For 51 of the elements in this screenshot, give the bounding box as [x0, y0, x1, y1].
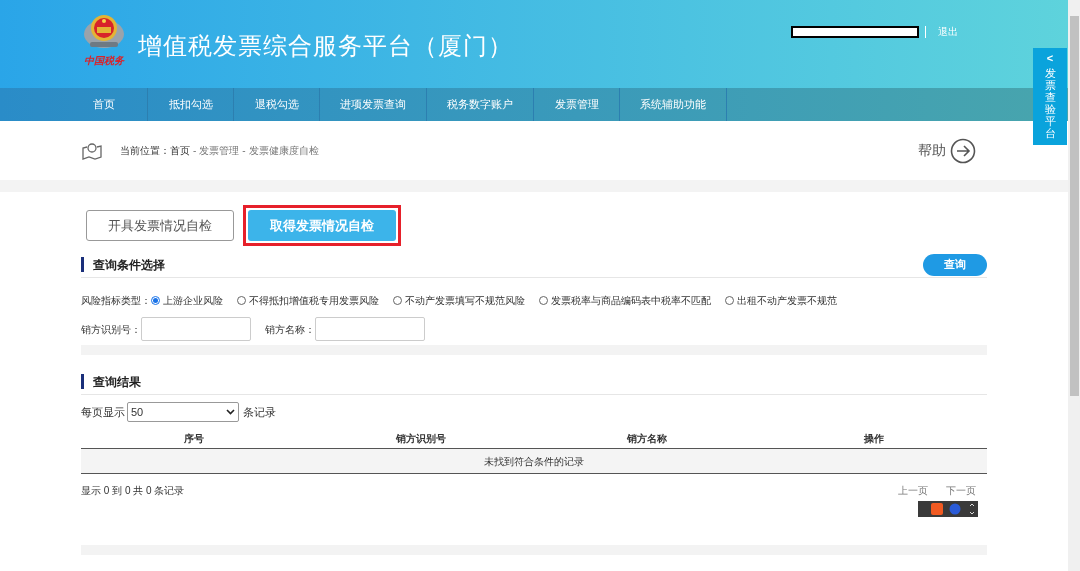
nav-item[interactable]: 抵扣勾选	[148, 88, 234, 121]
per-page-label: 每页显示	[81, 404, 125, 420]
chevron-down-icon	[226, 409, 235, 415]
side-tab[interactable]: < 发票查验平台	[1033, 48, 1067, 145]
nav-item[interactable]: 税务数字账户	[427, 88, 534, 121]
radio-label: 不得抵扣增值税专用发票风险	[249, 294, 379, 308]
chevron-text: <	[1046, 53, 1054, 64]
breadcrumb-separator: -	[193, 144, 197, 158]
breadcrumb-label: 当前位置：	[120, 144, 170, 158]
column-header: 销方名称	[626, 431, 669, 446]
logout-link[interactable]: 退出	[938, 24, 958, 39]
prev-page-link[interactable]: 上一页	[898, 483, 928, 498]
per-page-suffix: 条记录	[243, 404, 276, 420]
ime-toolbar-icon	[918, 501, 978, 517]
section-title: 查询结果	[93, 373, 141, 391]
arrow-right-icon[interactable]	[950, 137, 976, 164]
breadcrumb-link[interactable]: 首页	[170, 143, 190, 158]
breadcrumb-separator: -	[242, 144, 246, 158]
records-summary: 显示 0 到 0 共 0 条记录	[81, 484, 185, 498]
nav-item[interactable]: 系统辅助功能	[620, 88, 727, 121]
nav-item[interactable]: 进项发票查询	[320, 88, 427, 121]
nav-item[interactable]: 发票管理	[534, 88, 620, 121]
radio-button[interactable]	[151, 296, 160, 305]
input-field[interactable]	[315, 317, 425, 341]
map-pin-icon	[82, 141, 102, 160]
side-tab-label: 发票查验平台	[1044, 67, 1056, 140]
site-title: 增值税发票综合服务平台（厦门）	[138, 31, 513, 61]
column-header: 销方识别号	[394, 431, 447, 446]
nav-item[interactable]: 退税勾选	[234, 88, 320, 121]
field-label: 销方名称：	[265, 322, 315, 337]
help-label[interactable]: 帮助	[918, 140, 946, 161]
empty-message: 未找到符合条件的记录	[484, 454, 584, 469]
check-tab[interactable]: 取得发票情况自检	[248, 210, 396, 241]
input-field[interactable]	[141, 317, 251, 341]
risk-type-label: 风险指标类型：	[81, 294, 151, 308]
nav-item[interactable]: 首页	[60, 88, 148, 121]
logo-caption: 中国税务	[84, 56, 124, 66]
breadcrumb-link[interactable]: 发票健康度自检	[248, 143, 319, 158]
next-page-link[interactable]: 下一页	[946, 483, 976, 498]
radio-label: 不动产发票填写不规范风险	[405, 294, 525, 308]
breadcrumb-link[interactable]: 发票管理	[199, 143, 240, 158]
section-title: 查询条件选择	[93, 256, 165, 274]
column-header: 序号	[183, 431, 206, 446]
radio-label: 上游企业风险	[163, 294, 223, 308]
page-size-select[interactable]: 50	[127, 402, 239, 422]
check-tab[interactable]: 开具发票情况自检	[86, 210, 234, 241]
field-label: 销方识别号：	[81, 322, 141, 337]
query-button[interactable]: 查询	[923, 253, 987, 276]
radio-label: 出租不动产发票不规范	[737, 294, 837, 308]
radio-label: 发票税率与商品编码表中税率不匹配	[551, 294, 711, 308]
column-header: 操作	[862, 431, 885, 446]
